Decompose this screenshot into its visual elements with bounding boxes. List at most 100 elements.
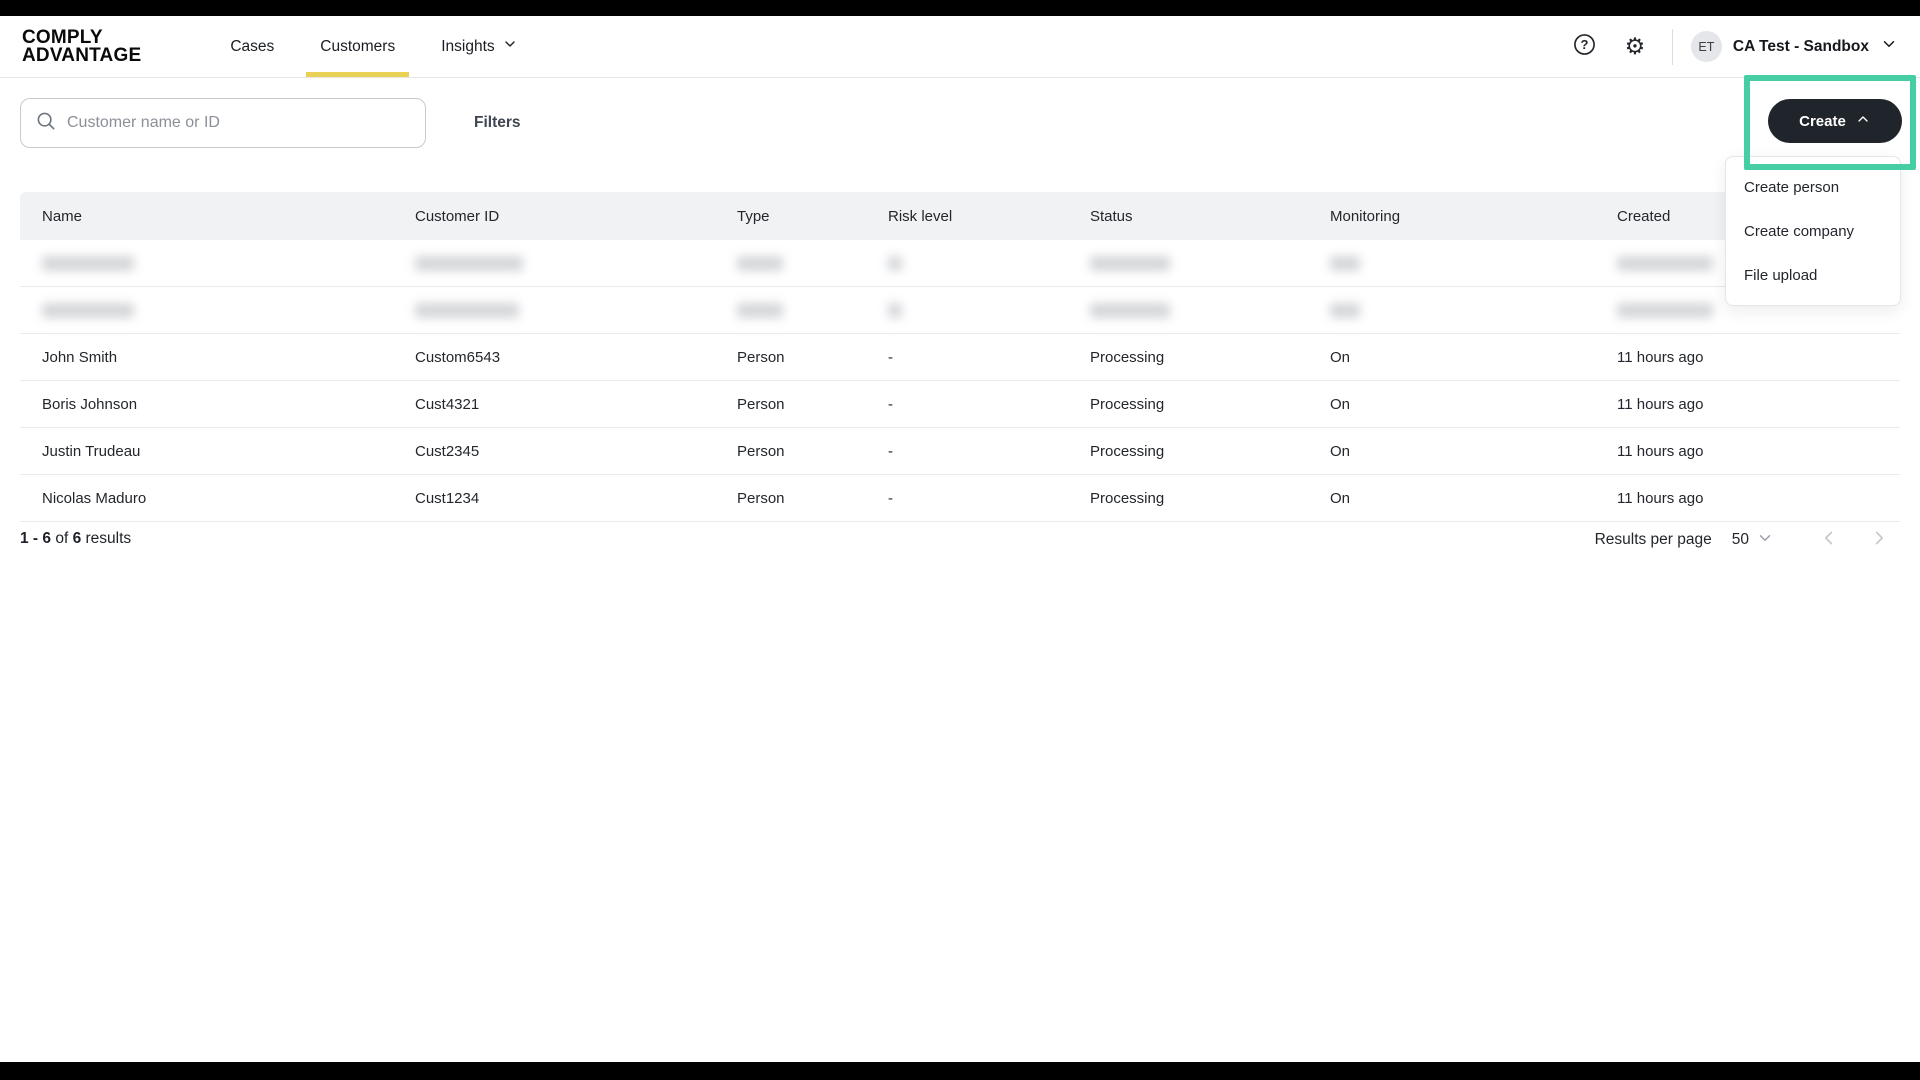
results-label: results <box>85 530 132 547</box>
results-per-page-value: 50 <box>1731 531 1749 548</box>
help-icon: ? <box>1572 32 1597 62</box>
filters-button[interactable]: Filters <box>474 98 521 148</box>
redacted-cell <box>42 255 134 271</box>
cell-created: 11 hours ago <box>1617 348 1704 366</box>
cell-type: Person <box>737 348 785 366</box>
menu-item-file-upload[interactable]: File upload <box>1726 253 1900 297</box>
cell-risk-level: - <box>888 348 893 366</box>
create-dropdown-menu: Create person Create company File upload <box>1725 156 1901 306</box>
redacted-cell <box>1617 255 1713 271</box>
redacted-cell <box>737 255 783 271</box>
search-icon <box>35 110 57 137</box>
table-row-redacted[interactable] <box>20 287 1900 334</box>
redacted-cell <box>1090 302 1170 318</box>
chevron-down-icon <box>502 36 518 57</box>
previous-page-button[interactable] <box>1816 527 1842 553</box>
cell-status: Processing <box>1090 395 1165 413</box>
redacted-cell <box>1090 255 1170 271</box>
table-row[interactable]: John Smith Custom6543 Person - Processin… <box>20 334 1900 381</box>
col-header-monitoring: Monitoring <box>1330 207 1401 225</box>
cell-risk-level: - <box>888 395 893 413</box>
cell-created: 11 hours ago <box>1617 442 1704 460</box>
results-per-page-select[interactable]: 50 <box>1732 529 1774 552</box>
next-page-button[interactable] <box>1866 527 1892 553</box>
customer-search[interactable] <box>20 98 426 148</box>
cell-created: 11 hours ago <box>1617 395 1704 413</box>
cell-risk-level: - <box>888 442 893 460</box>
col-header-status: Status <box>1090 207 1133 225</box>
tab-insights-label: Insights <box>441 37 495 55</box>
cell-monitoring: On <box>1330 489 1351 507</box>
menu-item-create-company[interactable]: Create company <box>1726 209 1900 253</box>
cell-risk-level: - <box>888 489 893 507</box>
cell-created: 11 hours ago <box>1617 489 1704 507</box>
redacted-cell <box>42 302 134 318</box>
letterbox-bottom <box>0 1062 1920 1080</box>
results-of-label: of <box>55 530 69 547</box>
navbar-right: ? ⚙ ET CA Test - Sandbox <box>1548 28 1898 65</box>
gear-icon: ⚙ <box>1624 33 1646 59</box>
complyadvantage-logo[interactable]: COMPLY ADVANTAGE <box>22 27 141 65</box>
tab-customers[interactable]: Customers <box>306 16 410 77</box>
cell-type: Person <box>737 442 785 460</box>
tab-customers-label: Customers <box>320 37 396 55</box>
redacted-cell <box>1617 302 1713 318</box>
navbar-divider <box>1671 28 1673 65</box>
pager <box>1816 527 1892 553</box>
redacted-cell <box>888 302 902 318</box>
results-per-page-label: Results per page <box>1594 531 1712 548</box>
cell-status: Processing <box>1090 442 1165 460</box>
tab-cases[interactable]: Cases <box>216 16 288 77</box>
redacted-cell <box>415 255 523 271</box>
settings-button[interactable]: ⚙ <box>1622 34 1648 60</box>
tab-cases-label: Cases <box>230 37 275 55</box>
redacted-cell <box>415 302 519 318</box>
chevron-left-icon <box>1818 527 1840 554</box>
tab-insights[interactable]: Insights <box>427 16 531 77</box>
cell-customer-id: Cust4321 <box>415 395 480 413</box>
menu-item-create-person[interactable]: Create person <box>1726 165 1900 209</box>
chevron-right-icon <box>1868 527 1890 554</box>
account-name: CA Test - Sandbox <box>1732 37 1869 55</box>
redacted-cell <box>737 302 783 318</box>
results-count: 1 - 6 of 6 results <box>20 530 131 548</box>
redacted-cell <box>1330 255 1360 271</box>
create-button[interactable]: Create <box>1768 99 1902 143</box>
table-row[interactable]: Nicolas Maduro Cust1234 Person - Process… <box>20 475 1900 522</box>
svg-text:?: ? <box>1581 36 1589 51</box>
table-header-row: Name Customer ID Type Risk level Status … <box>20 192 1900 240</box>
col-header-type: Type <box>737 207 770 225</box>
cell-customer-id: Cust1234 <box>415 489 480 507</box>
logo-line1: COMPLY <box>22 27 103 49</box>
chevron-up-icon <box>1855 111 1871 131</box>
search-input[interactable] <box>67 114 411 132</box>
create-button-label: Create <box>1799 112 1846 130</box>
pagination-controls: Results per page 50 <box>1595 527 1892 553</box>
chevron-down-icon <box>1880 35 1898 58</box>
cell-customer-id: Cust2345 <box>415 442 480 460</box>
cell-type: Person <box>737 489 785 507</box>
cell-status: Processing <box>1090 348 1165 366</box>
chevron-down-icon <box>1756 529 1774 552</box>
col-header-risk-level: Risk level <box>888 207 953 225</box>
results-range: 1 - 6 <box>20 530 52 547</box>
account-menu[interactable]: ET CA Test - Sandbox <box>1690 31 1898 62</box>
top-navbar: COMPLY ADVANTAGE Cases Customers Insight… <box>0 16 1920 78</box>
cell-monitoring: On <box>1330 442 1351 460</box>
redacted-cell <box>888 255 902 271</box>
cell-name: John Smith <box>42 348 118 366</box>
table-row[interactable]: Boris Johnson Cust4321 Person - Processi… <box>20 381 1900 428</box>
help-button[interactable]: ? <box>1572 32 1598 62</box>
cell-name: Nicolas Maduro <box>42 489 147 507</box>
table-row-redacted[interactable] <box>20 240 1900 287</box>
table-row[interactable]: Justin Trudeau Cust2345 Person - Process… <box>20 428 1900 475</box>
cell-monitoring: On <box>1330 395 1351 413</box>
customers-table: Name Customer ID Type Risk level Status … <box>20 192 1900 522</box>
cell-type: Person <box>737 395 785 413</box>
redacted-cell <box>1330 302 1360 318</box>
avatar: ET <box>1690 31 1722 62</box>
col-header-name: Name <box>42 207 83 225</box>
cell-name: Boris Johnson <box>42 395 138 413</box>
filters-label: Filters <box>474 114 521 131</box>
primary-nav: Cases Customers Insights <box>207 16 540 77</box>
